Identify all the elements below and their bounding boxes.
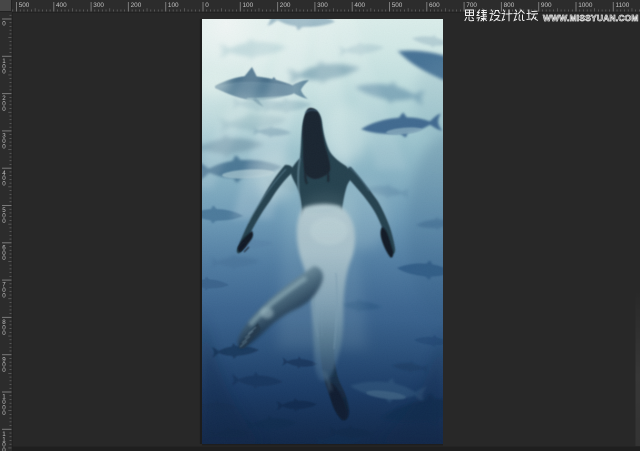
svg-text:0: 0 <box>2 181 6 188</box>
svg-text:0: 0 <box>2 106 6 113</box>
svg-text:0: 0 <box>2 330 6 337</box>
svg-text:600: 600 <box>429 2 440 9</box>
svg-text:0: 0 <box>205 2 209 9</box>
svg-text:0: 0 <box>2 255 6 262</box>
svg-text:0: 0 <box>2 218 6 225</box>
svg-text:0: 0 <box>2 69 6 76</box>
svg-text:300: 300 <box>93 2 104 9</box>
svg-text:200: 200 <box>280 2 291 9</box>
svg-text:0: 0 <box>2 21 6 28</box>
svg-text:100: 100 <box>168 2 179 9</box>
svg-text:0: 0 <box>2 447 6 451</box>
svg-text:700: 700 <box>466 2 477 9</box>
svg-text:100: 100 <box>243 2 254 9</box>
svg-text:0: 0 <box>2 410 6 417</box>
svg-text:0: 0 <box>2 143 6 150</box>
svg-text:0: 0 <box>2 367 6 374</box>
svg-text:200: 200 <box>131 2 142 9</box>
svg-text:0: 0 <box>2 293 6 300</box>
svg-text:900: 900 <box>541 2 552 9</box>
svg-text:1000: 1000 <box>578 2 593 9</box>
svg-text:400: 400 <box>56 2 67 9</box>
svg-text:WWW.MISSYUAN.COM: WWW.MISSYUAN.COM <box>543 13 639 23</box>
svg-text:500: 500 <box>392 2 403 9</box>
svg-text:1100: 1100 <box>616 2 630 9</box>
svg-text:300: 300 <box>317 2 328 9</box>
svg-text:500: 500 <box>19 2 30 9</box>
svg-text:800: 800 <box>504 2 515 9</box>
svg-text:400: 400 <box>354 2 365 9</box>
